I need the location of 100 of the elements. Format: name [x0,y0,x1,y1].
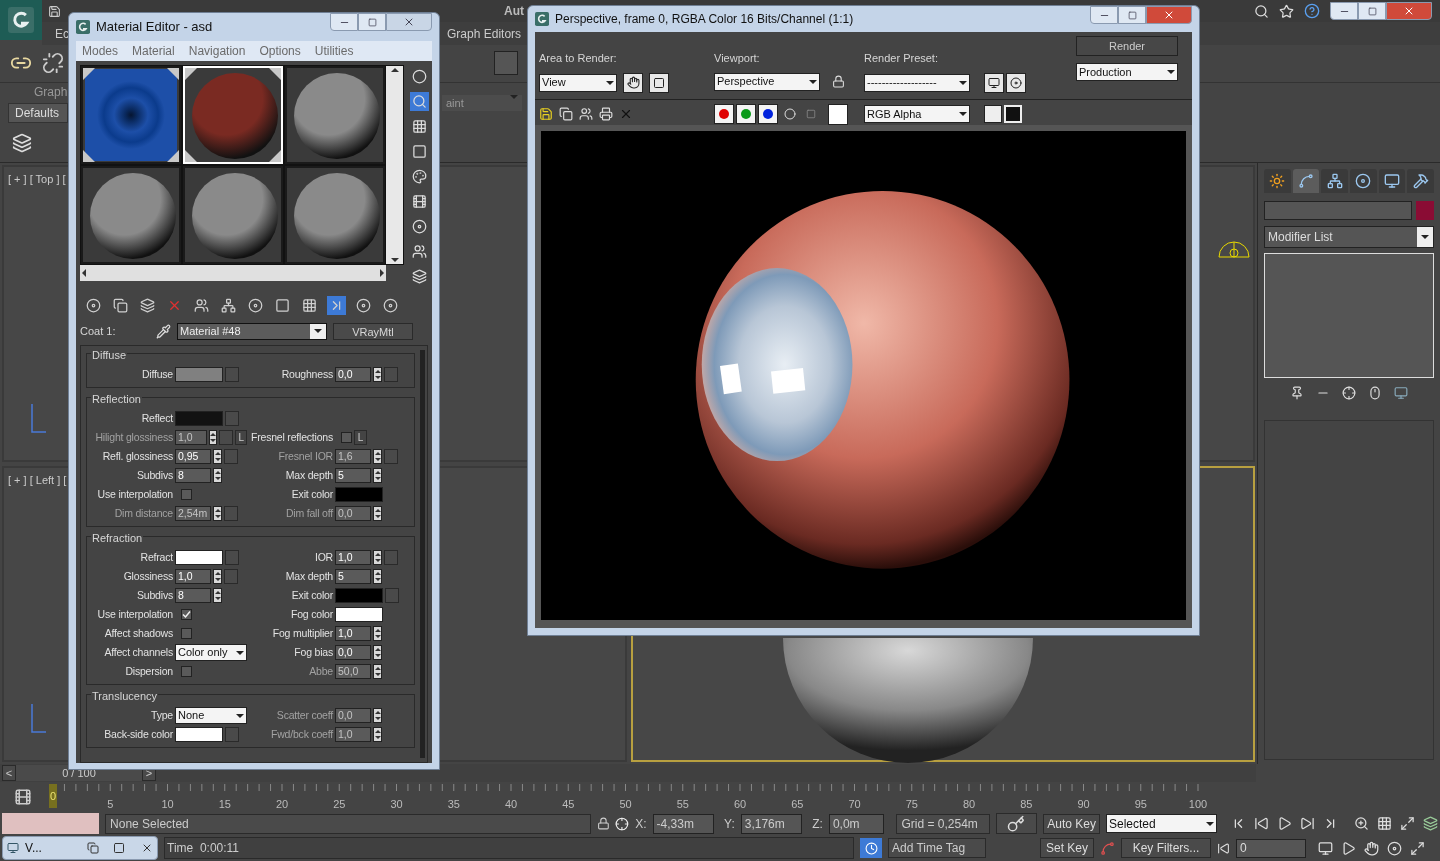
param-label: Fresnel IOR [277,448,333,464]
coordinate-label: X: [635,815,647,833]
window-title: Perspective, frame 0, RGBA Color 16 Bits/Channel (1:1) [555,11,854,28]
param-label: Affect shadows [103,625,173,641]
status-field: None Selected [105,813,591,834]
frame-number: 50 [619,797,632,812]
param-label: Scatter coeff [275,707,333,723]
frame-number: 100 [1188,797,1208,812]
coat-label: Coat 1: [80,323,117,339]
param-label: Fwd/bck coeff [270,726,333,742]
y-field[interactable]: 3,176m [740,813,803,834]
param-label: Fog color [290,606,333,622]
param-label: Exit color [290,587,333,603]
add-time-tag-button[interactable]: Add Time Tag [888,838,986,858]
param-label: Reflect [140,410,173,426]
param-label: Exit color [290,486,333,502]
param-label: Dim fall off [285,505,333,521]
frame-number: 95 [1134,797,1147,812]
menu-item[interactable]: Options [259,42,301,60]
frame-number: 15 [218,797,231,812]
param-label: Back-side color [103,726,173,742]
field-label: Area to Render: [539,51,618,66]
window-title: Aut [504,3,524,20]
frame-number: 35 [447,797,460,812]
time-thumb[interactable]: 0 [49,784,57,808]
grid-field: Grid = 0,254m [896,813,990,834]
window-title: Material Editor - asd [96,18,213,37]
frame-number: 40 [504,797,518,812]
x-field[interactable]: -4,33m [652,813,715,834]
number-field[interactable]: 8 [175,588,211,603]
dropdown[interactable]: Color only [175,644,247,661]
set-key-button[interactable]: Set Key [1040,838,1095,858]
window-title: V... [25,840,42,857]
number-field[interactable]: 5 [335,569,371,584]
minimized-dialog[interactable]: V... [2,836,158,860]
preset-dropdown[interactable]: ------------------- [864,73,970,92]
param-label: Refl. glossiness [101,448,173,464]
param-label: Fresnel reflections [250,429,333,445]
menu-item[interactable]: Utilities [314,42,354,60]
key-filters-button[interactable]: Key Filters... [1121,838,1212,858]
coordinate-label: Y: [724,815,735,833]
frame-field[interactable]: 0 [1236,838,1307,858]
frame-number: 70 [848,797,861,812]
menu-item[interactable]: Navigation [188,42,246,60]
param-label: Diffuse [140,366,173,382]
display-dropdown[interactable]: RGB Alpha [864,105,970,123]
param-label: Max depth [284,467,333,483]
defaults-button[interactable]: Defaults [8,103,68,123]
auto-key-button[interactable]: Auto Key [1043,813,1100,834]
frame-number: 10 [161,797,174,812]
number-field[interactable]: 1,0 [335,626,371,641]
param-label: Hilight glossiness [94,429,173,445]
number-field[interactable]: 0,0 [335,645,371,660]
frame-number: 85 [1020,797,1033,812]
param-label: Type [150,707,173,723]
param-label: Subdivs [136,587,173,603]
area-dropdown[interactable]: View [539,73,617,92]
previous-frame-button[interactable]: < [2,765,16,781]
menu-item[interactable]: Ec [55,24,69,43]
frame-number: 45 [562,797,575,812]
ribbon-tab[interactable]: Graph [8,83,68,101]
menu-item[interactable]: Modes [82,42,119,60]
number-field[interactable]: 5 [335,468,371,483]
menu-item[interactable]: Material [132,42,175,60]
z-field[interactable]: 0,0m [828,813,885,834]
lock-button[interactable]: L [354,430,367,445]
param-label: Max depth [284,568,333,584]
dropdown[interactable]: None [175,707,247,724]
number-field[interactable]: 8 [175,468,211,483]
param-label: Abbe [308,663,333,679]
param-label: Use interpolation [96,606,173,622]
material-name-dropdown[interactable]: Material #48 [177,322,327,340]
param-label: IOR [313,549,333,565]
param-label: Affect channels [103,644,173,660]
time-field: Time 0:00:11 [164,837,854,859]
number-field[interactable]: 1,0 [175,569,211,584]
modifier-list-dropdown[interactable]: Modifier List [1264,226,1434,248]
number-field[interactable]: 1,0 [335,550,371,565]
key-mode-dropdown[interactable]: Selected [1106,814,1217,833]
frame-number: 5 [107,797,114,812]
viewport-label[interactable]: [ + ] [ Left ] [ [8,471,67,488]
number-field[interactable]: 0,95 [175,449,211,464]
viewport-dropdown[interactable]: Perspective [714,72,820,91]
param-label: Fog bias [293,644,333,660]
frame-number: 90 [1077,797,1090,812]
render-button[interactable]: Render [1076,36,1178,56]
frame-number: 30 [390,797,403,812]
text-field[interactable]: aint [442,95,522,111]
menu-item[interactable]: Graph Editors [447,24,522,43]
frame-number: 75 [905,797,918,812]
mode-dropdown[interactable]: Production [1076,63,1178,81]
param-label: Dispersion [124,663,173,679]
material-type-button[interactable]: VRayMtl [333,322,413,340]
viewport-label[interactable]: [ + ] [ Top ] [ [8,171,66,188]
frame-number: 60 [733,797,747,812]
frame-number: 80 [962,797,976,812]
frame-number: 25 [333,797,346,812]
number-field[interactable]: 0,0 [335,367,371,382]
param-label: Dim distance [113,505,173,521]
field-label: Viewport: [714,51,761,66]
